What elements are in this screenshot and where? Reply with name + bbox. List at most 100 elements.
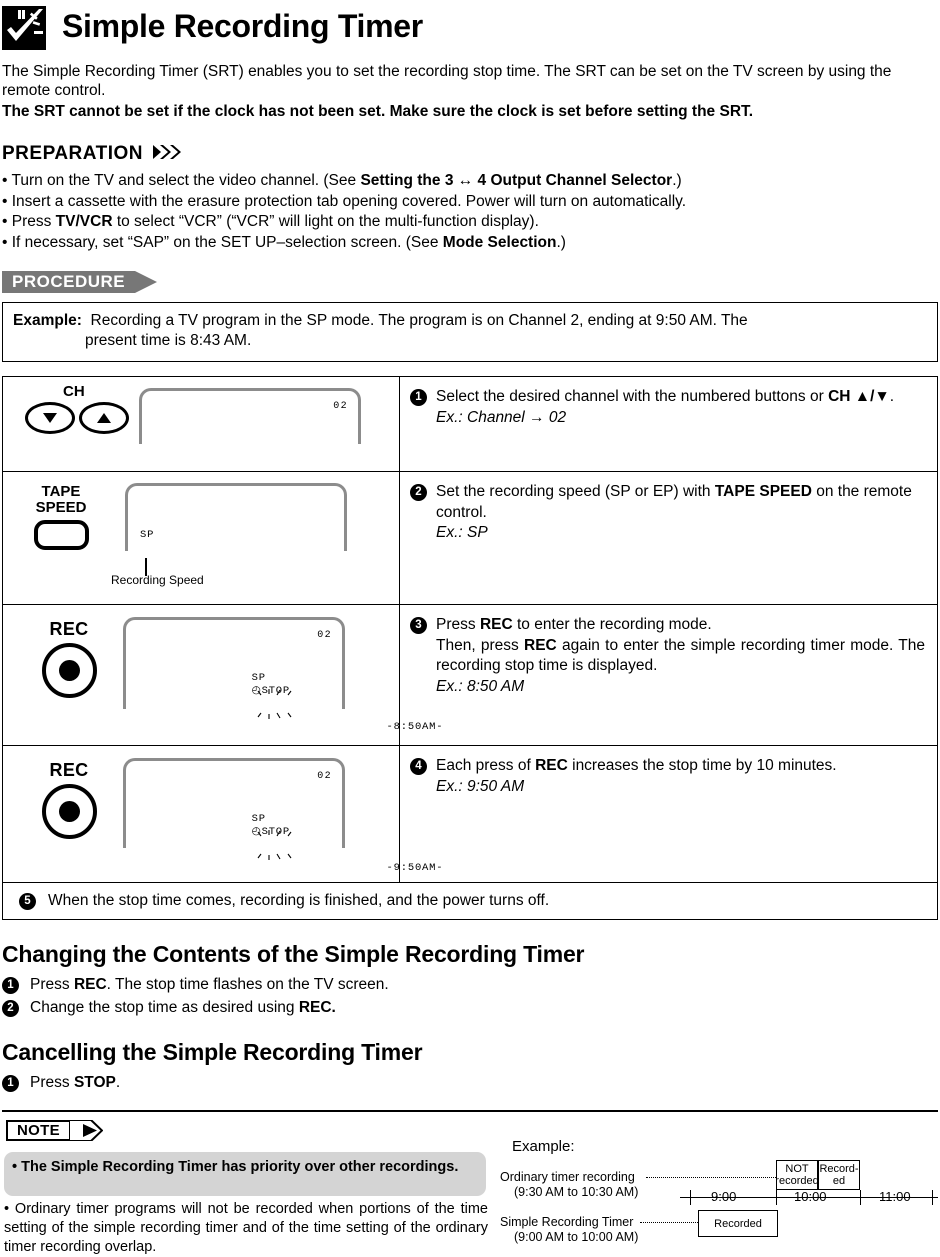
step-number-1: 1 [410,389,427,406]
item-text-post: . [115,1074,121,1091]
step-4-text-cell: 4 Each press of REC increases the stop t… [399,745,938,883]
item-text: Press STOP. [30,1072,120,1093]
manual-page: Simple Recording Timer The Simple Record… [0,0,940,1255]
tape-speed-button[interactable] [33,520,89,550]
procedure-banner-label: PROCEDURE [2,271,136,293]
tape-label-line-2: SPEED [35,499,87,516]
cancelling-heading: Cancelling the Simple Recording Timer [2,1039,423,1065]
ch-down-button[interactable] [25,402,75,434]
rec-button-illustration: REC [17,760,121,839]
lcd-stop-time-blinking: -8:50AM- [252,689,444,745]
ch-up-button[interactable] [79,402,129,434]
clock-timer-icon [2,6,46,50]
lcd-stop-time: 8:50AM [393,721,437,733]
note-tag-label: NOTE [6,1120,69,1141]
step-text-bold: TAPE SPEED [714,483,812,500]
double-chevron-icon [152,144,184,165]
table-row: REC 02 SP ◴STOP [2,604,938,746]
record-dot-icon [58,801,80,822]
simple-label-line-1: Simple Recording Timer [500,1215,634,1229]
lcd-speed: SP [251,672,266,684]
item-text-bold: REC [73,976,107,993]
vfd-display-panel: 02 [139,388,361,444]
item-number-1: 1 [2,977,19,994]
item-text: Change the stop time as desired using RE… [30,997,336,1018]
bullet-tail: .) [672,172,682,189]
preparation-bullet: • Insert a cassette with the erasure pro… [2,192,938,213]
step-number-5: 5 [19,892,36,910]
note-tag: NOTE [6,1119,104,1142]
box-simple-recorded: Recorded [698,1210,778,1237]
blink-rays-icon [257,689,292,719]
timeline-tick [860,1190,862,1205]
tape-speed-button-illustration: TAPE SPEED [9,484,113,550]
note-plain-text: • Ordinary timer programs will not be re… [4,1201,488,1255]
box-recorded-line-1: Record- [819,1163,859,1175]
step-text-post: increases the stop time by 10 minutes. [567,757,837,774]
section-divider [2,1110,938,1112]
vfd-display-panel: SP [125,483,347,551]
procedure-banner-arrow-icon [135,271,158,293]
step-2-text: Set the recording speed (SP or EP) with … [436,482,925,544]
display-lcd-text: SP ◴STOP [138,801,443,898]
table-row: REC 02 SP ◴STOP [2,745,938,883]
step-text-pre: Press [436,616,480,633]
step-text-post: to enter the recording mode. [512,616,712,633]
example-line-1: Example: Recording a TV program in the S… [13,311,927,331]
ch-buttons-illustration: CH [17,383,135,434]
step-text-post: . [889,388,895,405]
step-2-example: Ex.: SP [436,524,488,541]
triangle-up-icon [97,413,111,423]
step-number-2: 2 [410,484,427,501]
ordinary-label-line-1: Ordinary timer recording [500,1170,635,1184]
display-lcd-text: SP [140,529,155,541]
box-not-recorded-line-1: NOT [785,1163,809,1175]
lcd-stop-time: 9:50AM [393,862,437,874]
step-4-illustration-cell: REC 02 SP ◴STOP -9:50AM- [2,745,443,883]
vfd-display-panel: 02 SP ◴STOP [123,617,443,733]
list-item: 1 Press STOP. [2,1072,938,1093]
bullet-tail: to select “VCR” (“VCR” will light on the… [112,213,539,230]
timeline-tick [932,1190,934,1205]
item-number-1: 1 [2,1075,19,1092]
triangle-down-icon [43,413,57,423]
item-text-bold: REC. [298,999,336,1016]
cancelling-list: 1 Press STOP. [2,1072,938,1093]
bullet-bold: Mode Selection [442,233,557,251]
vfd-display-panel: 02 SP ◴STOP [123,758,443,874]
record-dot-icon [58,660,80,681]
preparation-heading: PREPARATION [2,143,940,165]
preparation-heading-label: PREPARATION [2,143,143,164]
box-not-recorded: NOT recorded [775,1160,819,1190]
page-title: Simple Recording Timer [62,8,423,44]
display-lcd-text: SP ◴STOP [138,660,443,757]
bullet-tail: .) [556,233,566,251]
box-recorded-partial: Record- ed [818,1160,860,1190]
timeline-tick [690,1190,692,1205]
step-text-bold: REC [479,616,513,633]
rec-button[interactable] [41,784,97,839]
list-item: 2 Change the stop time as desired using … [2,997,938,1018]
page-header: Simple Recording Timer [0,0,940,50]
tape-label-line-1: TAPE [41,483,81,500]
list-item: 1 Press REC. The stop time flashes on th… [2,974,938,995]
example-line-2: present time is 8:43 AM. [85,332,252,349]
simple-label-line-2: (9:00 AM to 10:00 AM) [514,1230,639,1244]
rec-button[interactable] [41,643,97,698]
bullet-text: • Turn on the TV and select the video ch… [2,172,361,189]
example-box: Example: Recording a TV program in the S… [2,302,938,362]
display-channel-number: 02 [317,630,332,641]
item-text-pre: Press [30,1074,74,1091]
timeline-diagram: Example: Ordinary timer recording (9:30 … [498,1134,938,1252]
step-number-3: 3 [410,617,427,634]
box-not-recorded-line-2: recorded [775,1175,819,1187]
lcd-stop-time-blinking: -9:50AM- [252,830,444,886]
preparation-bullet: • If necessary, set “SAP” on the SET UP–… [2,233,938,254]
rec-label: REC [49,760,89,780]
step-3-text-cell: 3 Press REC to enter the recording mode.… [399,604,938,746]
note-highlight: • The Simple Recording Timer has priorit… [4,1152,486,1196]
bullet-text: • Insert a cassette with the erasure pro… [2,192,687,210]
bullet-bold: Setting the 3 ↔ 4 Output Channel Selecto… [360,172,673,189]
ch-label: CH [63,383,85,400]
timeline-tick-label: 10:00 [794,1189,827,1204]
